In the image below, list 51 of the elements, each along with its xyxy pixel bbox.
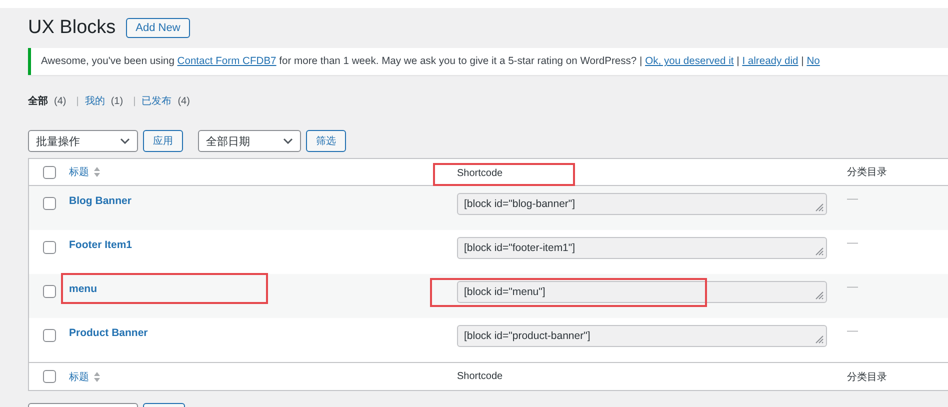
category-value: — (847, 237, 858, 249)
bulk-action-select[interactable]: 批量操作 (28, 130, 138, 152)
chevron-icon (120, 138, 130, 144)
view-filter-link[interactable]: 全部 (28, 94, 48, 108)
column-header: Shortcode (457, 371, 503, 382)
block-title-link[interactable]: Footer Item1 (69, 239, 132, 251)
view-filter-link[interactable]: 我的 (84, 94, 105, 108)
category-value: — (847, 193, 858, 205)
shortcode-field[interactable]: [block id="footer-item1"] (457, 237, 827, 259)
sort-icon[interactable] (94, 372, 100, 382)
row-checkbox[interactable] (42, 329, 56, 342)
select-all-checkbox[interactable] (42, 166, 56, 178)
date-filter-select[interactable]: 全部日期 (198, 130, 301, 152)
chevron-icon (283, 138, 293, 144)
column-header[interactable]: 标题 (69, 370, 89, 384)
view-count: (1) (110, 96, 124, 106)
view-count: (4) (54, 96, 66, 106)
shortcode-field[interactable]: [block id="menu"] (457, 281, 827, 303)
column-header[interactable]: 标题 (69, 165, 89, 179)
notice-link[interactable]: No (806, 56, 820, 67)
separator: | (133, 96, 136, 106)
select-all-checkbox[interactable] (42, 370, 56, 383)
shortcode-field[interactable]: [block id="product-banner"] (457, 325, 827, 347)
view-filter-link[interactable]: 已发布 (142, 94, 172, 108)
view-count: (4) (178, 96, 190, 106)
column-header: 分类目录 (847, 370, 887, 384)
notice-link[interactable]: Contact Form CFDB7 (177, 56, 276, 67)
notice-link[interactable]: I already did (742, 56, 798, 67)
shortcode-field[interactable]: [block id="blog-banner"] (457, 193, 827, 215)
page-title: UX Blocks (28, 17, 116, 39)
add-new-button[interactable]: Add New (126, 18, 190, 38)
block-title-link[interactable]: menu (69, 283, 98, 295)
category-value: — (847, 281, 858, 293)
column-header: 分类目录 (847, 166, 887, 179)
apply-button[interactable]: 应用 (143, 130, 183, 152)
resize-grip-icon (814, 202, 824, 212)
block-title-link[interactable]: Blog Banner (69, 195, 132, 207)
resize-grip-icon (814, 246, 824, 256)
row-checkbox[interactable] (42, 285, 56, 298)
separator: | (76, 96, 79, 106)
resize-grip-icon (814, 290, 824, 300)
sort-icon[interactable] (94, 167, 100, 177)
category-value: — (847, 325, 858, 337)
column-header: Shortcode (433, 162, 575, 186)
resize-grip-icon (814, 334, 824, 344)
row-checkbox[interactable] (42, 197, 56, 210)
filter-button[interactable]: 筛选 (306, 130, 346, 152)
notice-link[interactable]: Ok, you deserved it (645, 56, 734, 67)
row-checkbox[interactable] (42, 241, 56, 254)
notice-text: Awesome, you've been using Contact Form CFDB7 for more than 1 week. May we ask you to give it a 5-star rating on WordPress? | Ok, you deserved it | I already did | No (41, 56, 820, 67)
block-title-link[interactable]: Product Banner (69, 327, 148, 339)
